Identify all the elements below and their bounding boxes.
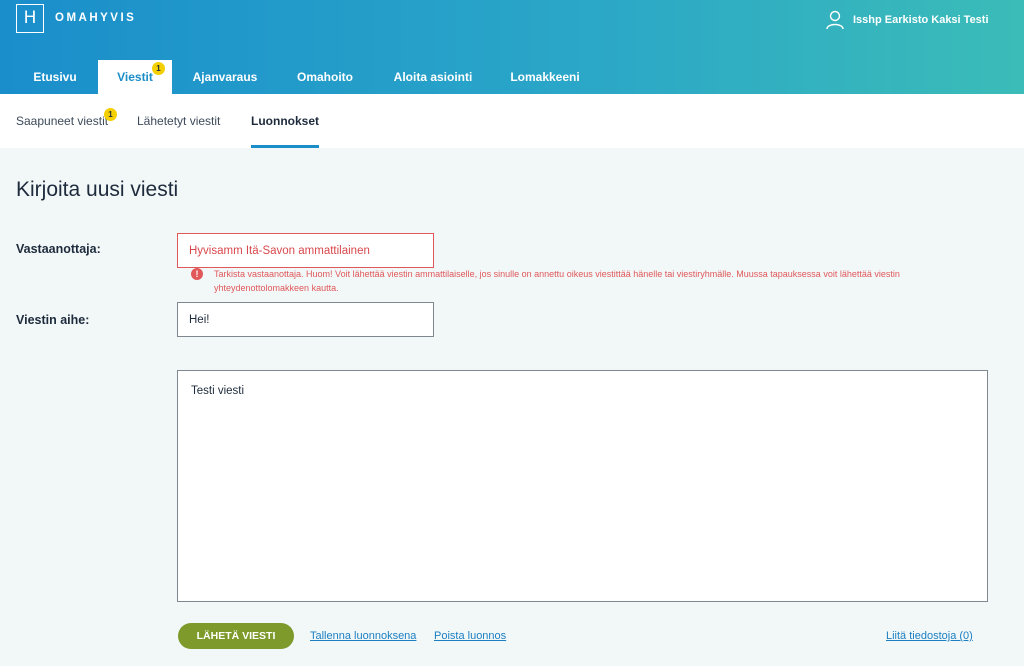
subject-label: Viestin aihe: <box>16 313 90 327</box>
save-draft-link[interactable]: Tallenna luonnoksena <box>310 630 416 642</box>
nav-item-label: Aloita asiointi <box>393 70 473 84</box>
attach-files-link[interactable]: Liitä tiedostoja (0) <box>886 630 973 642</box>
recipient-error-text: Tarkista vastaanottaja. Huom! Voit lähet… <box>214 269 900 293</box>
recipient-label: Vastaanottaja: <box>16 242 101 256</box>
tab-label: Saapuneet viestit <box>16 114 109 128</box>
sub-nav: Saapuneet viestit 1 Lähetetyt viestit Lu… <box>0 94 1024 148</box>
tab-saapuneet-viestit[interactable]: Saapuneet viestit 1 <box>16 94 117 148</box>
error-icon: ! <box>191 268 203 280</box>
tab-luonnokset[interactable]: Luonnokset <box>251 94 319 148</box>
nav-item-label: Etusivu <box>33 70 77 84</box>
nav-item-etusivu[interactable]: Etusivu <box>20 60 90 94</box>
nav-item-lomakkeeni[interactable]: Lomakkeeni <box>500 60 590 94</box>
user-icon <box>826 10 844 30</box>
nav-item-label: Lomakkeeni <box>510 70 580 84</box>
message-body-textarea[interactable]: Testi viesti <box>177 370 988 602</box>
subject-value: Hei! <box>189 313 210 326</box>
nav-item-ajanvaraus[interactable]: Ajanvaraus <box>183 60 267 94</box>
recipient-value: Hyvisamm Itä-Savon ammattilainen <box>189 244 370 257</box>
recipient-error: ! Tarkista vastaanottaja. Huom! Voit läh… <box>191 267 981 295</box>
subject-input[interactable]: Hei! <box>177 302 434 337</box>
user-menu[interactable]: Isshp Earkisto Kaksi Testi <box>826 9 989 31</box>
tab-label: Lähetetyt viestit <box>137 114 221 128</box>
nav-item-label: Omahoito <box>297 70 353 84</box>
nav-item-omahoito[interactable]: Omahoito <box>285 60 365 94</box>
delete-draft-link[interactable]: Poista luonnos <box>434 630 506 642</box>
nav-item-aloita-asiointi[interactable]: Aloita asiointi <box>383 60 483 94</box>
app-name[interactable]: OMAHYVIS <box>55 12 136 24</box>
nav-item-label: Ajanvaraus <box>192 70 258 84</box>
unread-badge: 1 <box>104 108 117 121</box>
send-message-button[interactable]: LÄHETÄ VIESTI <box>178 623 294 649</box>
user-name: Isshp Earkisto Kaksi Testi <box>853 14 989 26</box>
message-body-text: Testi viesti <box>191 385 245 397</box>
nav-item-label: Viestit <box>117 70 153 84</box>
page-title: Kirjoita uusi viesti <box>16 178 179 201</box>
nav-item-viestit[interactable]: Viestit 1 <box>98 60 172 94</box>
tab-label: Luonnokset <box>251 114 319 128</box>
tab-lahetetyt-viestit[interactable]: Lähetetyt viestit <box>137 94 220 148</box>
logo-icon[interactable]: H <box>16 4 44 33</box>
app-header: H OMAHYVIS Isshp Earkisto Kaksi Testi Et… <box>0 0 1024 94</box>
recipient-input[interactable]: Hyvisamm Itä-Savon ammattilainen <box>177 233 434 268</box>
main-nav: Etusivu Viestit 1 Ajanvaraus Omahoito Al… <box>0 60 1024 94</box>
unread-badge: 1 <box>152 62 165 75</box>
